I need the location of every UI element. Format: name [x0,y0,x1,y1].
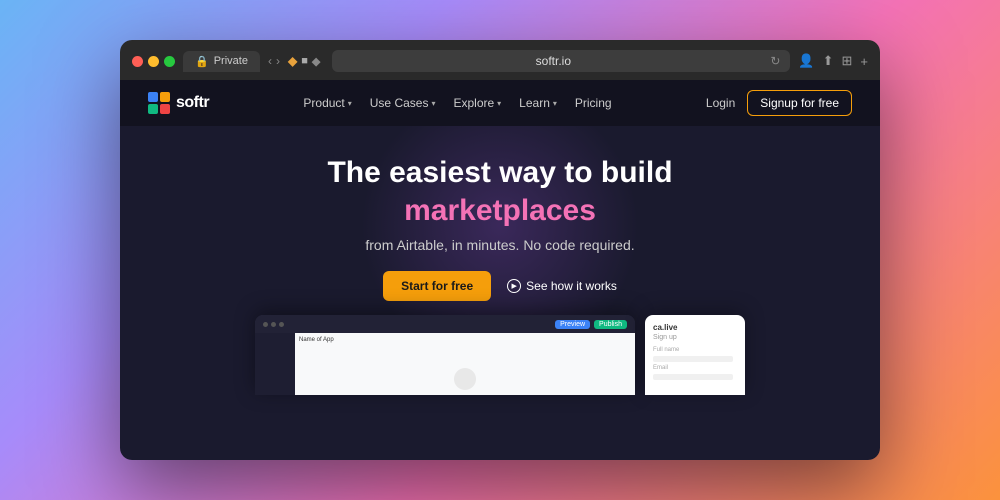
signup-button[interactable]: Signup for free [747,90,852,116]
preview-main-window: Preview Publish Name of App [255,315,635,395]
hero-buttons: Start for free ▶ See how it works [383,271,617,301]
hero-section: The easiest way to build marketplaces fr… [120,126,880,460]
preview-button-blue[interactable]: Preview [555,320,590,329]
nav-link-use-cases[interactable]: Use Cases ▾ [370,96,436,110]
preview-body: Name of App [255,333,635,395]
browser-chrome: 🔒 Private ‹ › ◆ ■ ◆ softr.io ↻ 👤 ⬆ ⊞ + [120,40,880,80]
dev-icons: ◆ ■ ◆ [288,54,320,68]
preview-content-area: Name of App [295,333,635,395]
field-input-2 [653,374,733,380]
traffic-lights [132,56,175,67]
address-bar[interactable]: softr.io ↻ [332,50,790,72]
logo-sq-amber [160,92,170,102]
dev-tool-icon-2: ■ [301,55,308,67]
hero-line1: The easiest way to build [327,156,672,189]
website: softr Product ▾ Use Cases ▾ Explore ▾ Le… [120,80,880,460]
nav-link-product[interactable]: Product ▾ [303,96,351,110]
tab-label: Private [214,55,248,67]
play-icon: ▶ [507,279,521,293]
dev-tool-icon-1: ◆ [288,54,297,68]
preview-sidebar-mini [255,333,295,395]
nav-link-learn[interactable]: Learn ▾ [519,96,557,110]
preview-dot-3 [279,322,284,327]
forward-arrow-icon[interactable]: › [276,54,280,68]
logo-sq-blue [148,92,158,102]
tabs-icon[interactable]: ⊞ [842,53,853,69]
browser-window: 🔒 Private ‹ › ◆ ■ ◆ softr.io ↻ 👤 ⬆ ⊞ + [120,40,880,460]
field-label-2: Email [653,365,737,371]
preview-content-inner: Name of App [295,333,635,347]
private-icon: 🔒 [195,55,209,68]
site-nav: softr Product ▾ Use Cases ▾ Explore ▾ Le… [120,80,880,126]
logo-text: softr [176,94,209,112]
minimize-traffic-light[interactable] [148,56,159,67]
nav-arrows: ‹ › [268,54,280,68]
url-text: softr.io [342,54,764,68]
preview-card-title: ca.live [653,323,737,332]
field-label-1: Full name [653,347,737,353]
chevron-down-icon-2: ▾ [431,99,435,108]
nav-links: Product ▾ Use Cases ▾ Explore ▾ Learn ▾ … [303,96,611,110]
cta-secondary-button[interactable]: ▶ See how it works [507,279,617,293]
preview-app-name: Name of App [299,337,631,343]
nav-link-explore[interactable]: Explore ▾ [453,96,501,110]
dev-tool-icon-3: ◆ [312,55,320,68]
preview-topbar: Preview Publish [255,315,635,333]
back-arrow-icon[interactable]: ‹ [268,54,272,68]
maximize-traffic-light[interactable] [164,56,175,67]
hero-line2-accent: marketplaces [404,194,596,227]
chevron-down-icon-4: ▾ [553,99,557,108]
preview-side-card: ca.live Sign up Full name Email [645,315,745,395]
preview-card-fields: Full name Email [653,347,737,380]
preview-dot-2 [271,322,276,327]
hero-title: The easiest way to build marketplaces [327,154,672,229]
cta-primary-button[interactable]: Start for free [383,271,491,301]
app-preview: Preview Publish Name of App [120,315,880,395]
browser-actions: 👤 ⬆ ⊞ + [798,53,868,69]
chevron-down-icon: ▾ [348,99,352,108]
nav-actions: Login Signup for free [706,90,852,116]
account-icon[interactable]: 👤 [798,53,814,69]
preview-card-sub: Sign up [653,334,737,341]
cta-secondary-label: See how it works [526,279,617,293]
preview-topbar-right: Preview Publish [555,320,627,329]
preview-circle-logo [454,368,476,390]
field-input-1 [653,356,733,362]
refresh-icon[interactable]: ↻ [770,54,780,68]
share-icon[interactable]: ⬆ [823,53,834,69]
preview-button-green[interactable]: Publish [594,320,627,329]
browser-tab[interactable]: 🔒 Private [183,51,260,72]
chevron-down-icon-3: ▾ [497,99,501,108]
preview-dots [263,322,284,327]
menu-icon[interactable]: + [860,54,868,69]
hero-subtitle: from Airtable, in minutes. No code requi… [365,237,634,253]
logo-sq-green [148,104,158,114]
nav-link-pricing[interactable]: Pricing [575,96,612,110]
login-button[interactable]: Login [706,96,735,110]
logo-sq-red [160,104,170,114]
logo-icon [148,92,170,114]
logo-wrap: softr [148,92,209,114]
close-traffic-light[interactable] [132,56,143,67]
preview-dot-1 [263,322,268,327]
